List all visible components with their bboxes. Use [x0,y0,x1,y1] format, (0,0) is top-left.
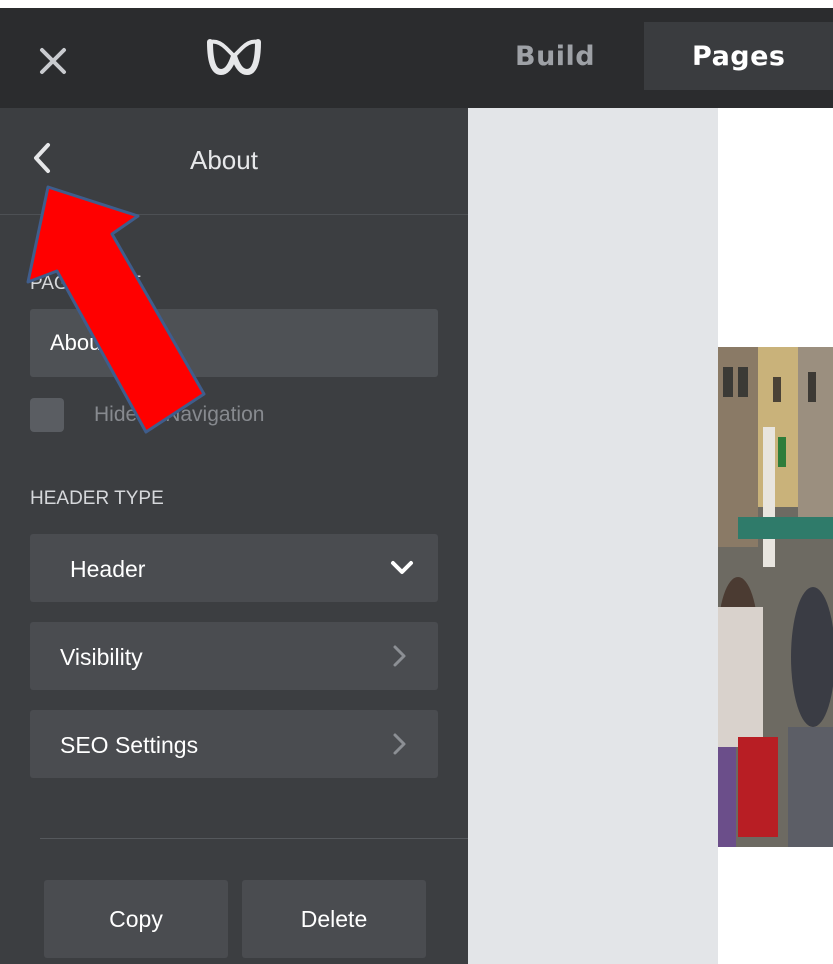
copy-button[interactable]: Copy [44,880,228,958]
top-strip [0,0,833,8]
page-name-input[interactable] [30,309,438,377]
delete-button[interactable]: Delete [242,880,426,958]
header-photo [718,347,833,847]
seo-settings-label: SEO Settings [60,732,199,758]
header-type-value: Header [70,556,146,582]
page-name-label: PAGE NAME [30,273,142,294]
panel-header: About [0,108,468,215]
chevron-down-icon [391,561,413,574]
hide-in-navigation-toggle[interactable]: Hide in Navigation [30,398,264,432]
seo-settings-button[interactable]: SEO Settings [30,710,438,778]
header-type-label: HEADER TYPE [30,488,164,509]
visibility-button[interactable]: Visibility [30,622,438,690]
chevron-right-icon [393,645,406,667]
close-button[interactable] [30,38,76,84]
panel-title: About [190,145,258,175]
tab-build[interactable]: Build [515,22,595,90]
divider [40,838,468,839]
canvas-margin [468,108,718,964]
page-settings-panel: About PAGE NAME Hide in Navigation HEADE… [0,108,468,964]
visibility-label: Visibility [60,644,143,670]
chevron-right-icon [393,733,406,755]
tab-pages[interactable]: Pages [644,22,833,90]
hide-nav-checkbox[interactable] [30,398,64,432]
weebly-logo-icon [207,39,261,75]
top-bar: Build Pages [0,0,833,108]
header-type-select[interactable]: Header [30,534,438,602]
chevron-left-icon[interactable] [28,140,56,176]
hide-nav-label: Hide in Navigation [94,403,265,426]
close-icon [40,48,66,74]
